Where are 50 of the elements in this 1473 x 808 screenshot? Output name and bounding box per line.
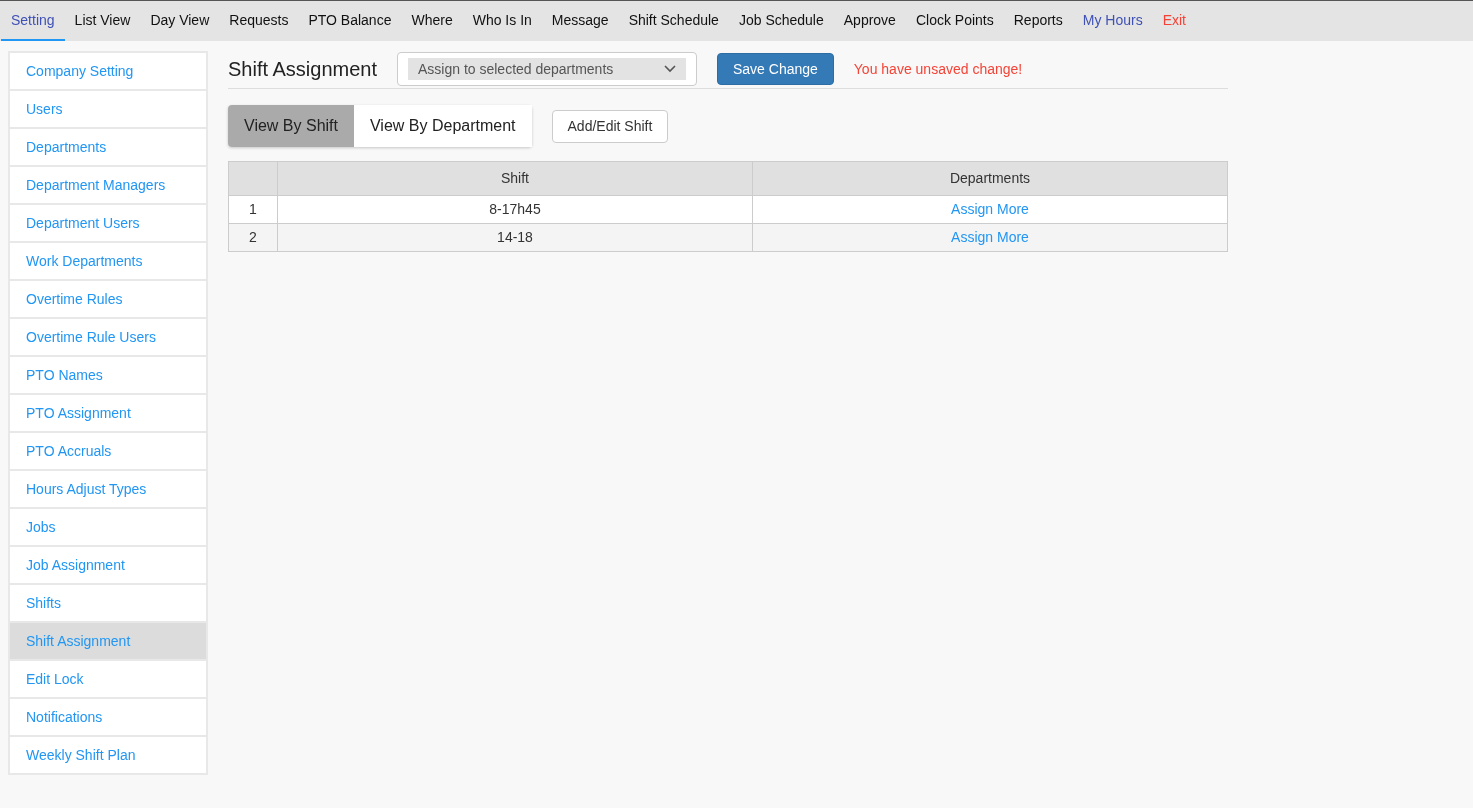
nav-tab[interactable]: My Hours [1072,1,1153,41]
nav-tab[interactable]: PTO Balance [298,1,402,41]
sidebar-item[interactable]: Departments [8,127,208,167]
nav-tab[interactable]: Clock Points [905,1,1004,41]
nav-tab[interactable]: Exit [1152,1,1196,41]
nav-tab[interactable]: Requests [219,1,299,41]
sidebar-item[interactable]: Users [8,89,208,129]
sidebar-item[interactable]: Company Setting [8,51,208,91]
sidebar-item[interactable]: Department Managers [8,165,208,205]
view-tab[interactable]: View By Shift [228,105,354,147]
page-title: Shift Assignment [228,57,377,82]
row-number: 1 [228,195,278,224]
unsaved-warning: You have unsaved change! [853,59,1023,79]
sidebar-item[interactable]: Overtime Rule Users [8,317,208,357]
sidebar-item[interactable]: Hours Adjust Types [8,469,208,509]
sidebar-item[interactable]: Shifts [8,583,208,623]
sidebar-item[interactable]: Job Assignment [8,545,208,585]
sidebar-item[interactable]: Work Departments [8,241,208,281]
sidebar-item[interactable]: Department Users [8,203,208,243]
nav-tab[interactable]: Setting [1,1,65,41]
nav-tab[interactable]: Message [541,1,619,41]
sidebar-item[interactable]: PTO Names [8,355,208,395]
sidebar-item[interactable]: Jobs [8,507,208,547]
chevron-down-icon [663,65,676,73]
column-header: Departments [752,161,1228,196]
assign-more-link[interactable]: Assign More [951,229,1029,245]
sidebar-item[interactable]: PTO Accruals [8,431,208,471]
assign-more-link[interactable]: Assign More [951,201,1029,217]
table-cell: 8-17h45 [277,195,753,224]
mode-select[interactable]: Assign to selected departments [396,52,697,86]
table-cell: 14-18 [277,223,753,252]
row-number: 2 [228,223,278,252]
nav-tab[interactable]: List View [64,1,141,41]
nav-tab[interactable]: Where [401,1,463,41]
sidebar-item[interactable]: Notifications [8,697,208,737]
nav-tab[interactable]: Job Schedule [728,1,834,41]
nav-tab[interactable]: Approve [833,1,906,41]
sidebar-item[interactable]: Shift Assignment [8,621,208,661]
save-button[interactable]: Save Change [716,53,834,85]
add-edit-shift-button[interactable]: Add/Edit Shift [551,109,669,143]
sidebar-item[interactable]: PTO Assignment [8,393,208,433]
column-header: Shift [277,161,753,196]
sidebar-item[interactable]: Weekly Shift Plan [8,735,208,775]
nav-tab[interactable]: Who Is In [462,1,542,41]
nav-tab[interactable]: Reports [1003,1,1073,41]
sidebar-item[interactable]: Edit Lock [8,659,208,699]
nav-tab[interactable]: Day View [140,1,220,41]
sidebar-item[interactable]: Overtime Rules [8,279,208,319]
view-tab[interactable]: View By Department [353,105,532,147]
nav-tab[interactable]: Shift Schedule [618,1,729,41]
